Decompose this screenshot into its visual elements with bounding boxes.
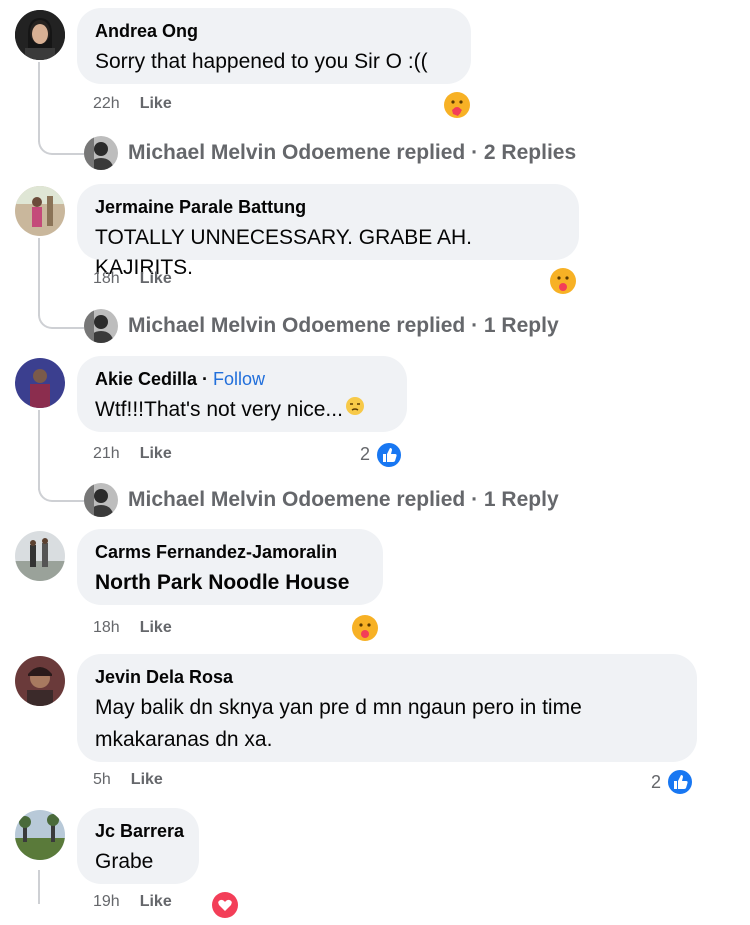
avatar[interactable]: [15, 531, 65, 581]
comment-timestamp[interactable]: 18h: [93, 619, 120, 636]
comment-timestamp[interactable]: 5h: [93, 771, 111, 788]
care-reaction-icon[interactable]: [350, 613, 380, 648]
like-reaction-icon[interactable]: [374, 440, 404, 475]
unamused-emoji-icon: [345, 395, 365, 425]
replies-text[interactable]: Michael Melvin Odoemene replied · 2 Repl…: [128, 141, 576, 165]
comment-meta: 18h Like: [93, 619, 172, 637]
thread-line: [38, 62, 40, 142]
like-reaction-icon[interactable]: [665, 767, 695, 802]
reaction-count[interactable]: 2: [651, 772, 661, 793]
comment-bubble: Jc Barrera Grabe: [77, 808, 199, 884]
reaction-count[interactable]: 2: [360, 444, 370, 465]
comment-bubble: Jermaine Parale Battung TOTALLY UNNECESS…: [77, 184, 579, 279]
comment-meta: 21h Like: [93, 445, 172, 463]
commenter-name[interactable]: Akie Cedilla: [95, 369, 197, 389]
replies-link[interactable]: Michael Melvin Odoemene replied · 2 Repl…: [84, 134, 576, 172]
avatar[interactable]: [15, 186, 65, 236]
thread-line: [38, 410, 40, 490]
replies-text[interactable]: Michael Melvin Odoemene replied · 1 Repl…: [128, 488, 559, 512]
thread-curve: [38, 309, 84, 329]
commenter-name-row: Akie Cedilla · Follow: [95, 369, 266, 389]
like-button[interactable]: Like: [140, 270, 172, 287]
like-button[interactable]: Like: [140, 619, 172, 636]
like-button[interactable]: Like: [131, 771, 163, 788]
comment-bubble: Akie Cedilla · Follow Wtf!!!That's not v…: [77, 356, 407, 432]
like-button[interactable]: Like: [140, 95, 172, 112]
comment-meta: 5h Like: [93, 771, 163, 789]
comment-text: Wtf!!!That's not very nice...: [95, 398, 343, 421]
comment-timestamp[interactable]: 18h: [93, 270, 120, 287]
replies-link[interactable]: Michael Melvin Odoemene replied · 1 Repl…: [84, 307, 559, 345]
comment-bubble: Carms Fernandez-Jamoralin North Park Noo…: [77, 529, 383, 605]
comment-text-line-1: May balik dn sknya yan pre d mn ngaun pe…: [95, 696, 582, 719]
avatar[interactable]: [15, 10, 65, 60]
like-button[interactable]: Like: [140, 893, 172, 910]
reply-avatar: [84, 136, 118, 170]
avatar[interactable]: [15, 358, 65, 408]
replies-link[interactable]: Michael Melvin Odoemene replied · 1 Repl…: [84, 481, 559, 519]
commenter-name[interactable]: Jermaine Parale Battung: [95, 196, 561, 218]
care-reaction-icon[interactable]: [442, 90, 472, 125]
comment-timestamp[interactable]: 21h: [93, 445, 120, 462]
comment-text: Sorry that happened to you Sir O :((: [95, 50, 428, 73]
thread-line: [38, 870, 40, 904]
thread-curve: [38, 135, 84, 155]
tagged-page-link[interactable]: North Park Noodle House: [95, 568, 365, 598]
comment-text-row: Wtf!!!That's not very nice...: [95, 395, 389, 425]
avatar[interactable]: [15, 656, 65, 706]
comment-bubble: Jevin Dela Rosa May balik dn sknya yan p…: [77, 654, 697, 762]
comment-text-line-2: mkakaranas dn xa.: [95, 728, 273, 751]
comment-text: Grabe: [95, 850, 154, 873]
commenter-name[interactable]: Jc Barrera: [95, 820, 184, 842]
love-reaction-icon[interactable]: [210, 890, 240, 925]
commenter-name[interactable]: Carms Fernandez-Jamoralin: [95, 541, 365, 563]
reply-avatar: [84, 483, 118, 517]
comment-meta: 19h Like: [93, 893, 172, 911]
replies-text[interactable]: Michael Melvin Odoemene replied · 1 Repl…: [128, 314, 559, 338]
avatar[interactable]: [15, 810, 65, 860]
care-reaction-icon[interactable]: [548, 266, 578, 301]
comment-bubble: Andrea Ong Sorry that happened to you Si…: [77, 8, 471, 84]
thread-curve: [38, 482, 84, 502]
comment-timestamp[interactable]: 19h: [93, 893, 120, 910]
thread-line: [38, 238, 40, 316]
comment-timestamp[interactable]: 22h: [93, 95, 120, 112]
commenter-name[interactable]: Andrea Ong: [95, 20, 453, 42]
reply-avatar: [84, 309, 118, 343]
comment-meta: 22h Like: [93, 95, 172, 113]
follow-link[interactable]: Follow: [213, 369, 265, 389]
comment-meta: 18h Like: [93, 270, 172, 288]
like-button[interactable]: Like: [140, 445, 172, 462]
commenter-name[interactable]: Jevin Dela Rosa: [95, 666, 679, 688]
